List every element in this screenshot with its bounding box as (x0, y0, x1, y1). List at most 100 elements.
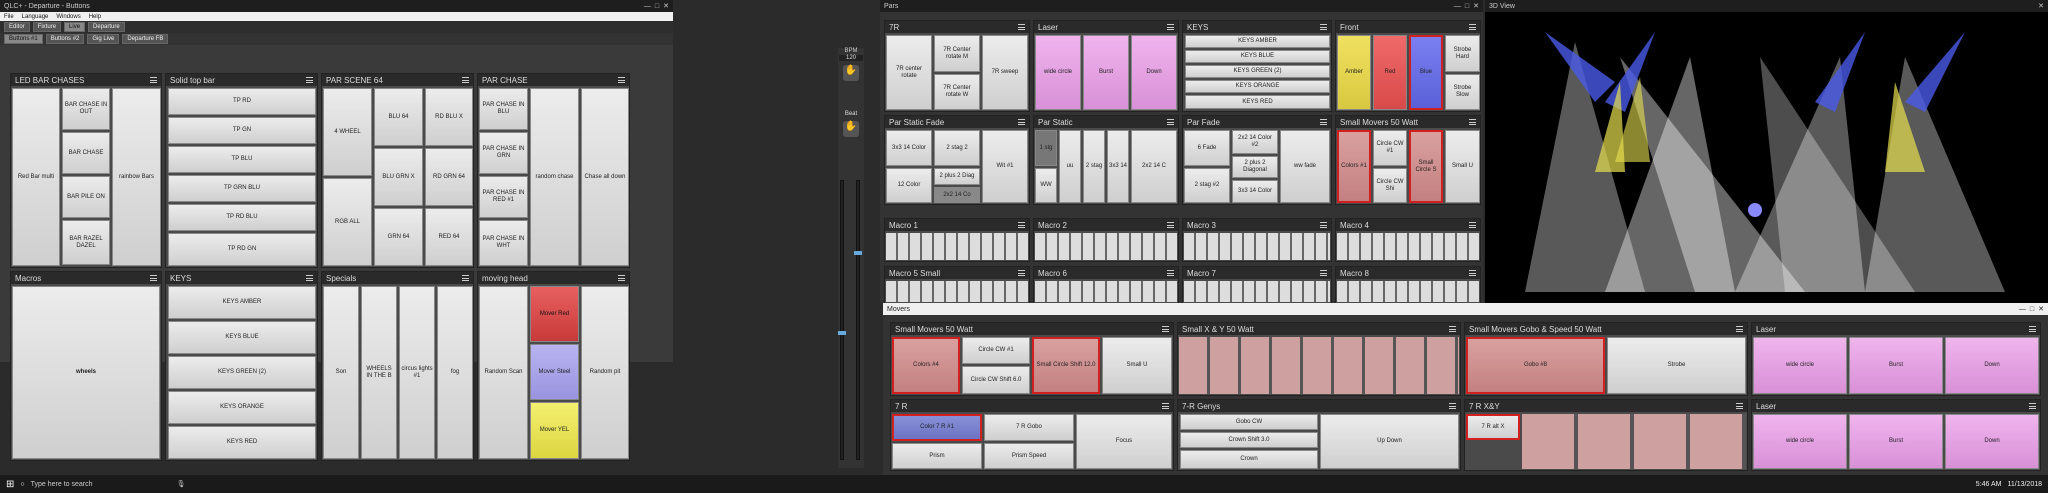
burst-button[interactable]: Burst (1083, 35, 1129, 110)
crown-button[interactable]: Crown (1180, 450, 1318, 469)
gobo-8-button[interactable]: Gobo #8 (1466, 337, 1605, 394)
wide-circle-button[interactable]: wide circle (1753, 337, 1847, 394)
keys-amber-button[interactable]: KEYS AMBER (168, 286, 316, 319)
7r-sweep-button[interactable]: 7R sweep (982, 35, 1028, 110)
menu-icon[interactable] (1736, 403, 1743, 409)
xy-button-grid[interactable] (1522, 414, 1746, 469)
2-plus-2-diag-button[interactable]: 2 plus 2 Diag (934, 168, 980, 185)
red-bar-multi-button[interactable]: Red Bar multi (12, 88, 60, 266)
menu-icon[interactable] (2029, 326, 2036, 332)
par-chase-in-grn-button[interactable]: PAR CHASE IN GRN (479, 132, 528, 174)
up-down-button[interactable]: Up Down (1320, 414, 1459, 469)
2x2-14-color-2-button[interactable]: 2x2 14 Color #2 (1232, 130, 1278, 154)
maximize-icon[interactable]: □ (655, 3, 659, 10)
rainbow-bars-button[interactable]: rainbow Bars (112, 88, 161, 266)
menu-windows[interactable]: Windows (56, 14, 80, 20)
random-pit-button[interactable]: Random pit (581, 286, 629, 459)
keys-red-button[interactable]: KEYS RED (1185, 95, 1330, 109)
12-color-button[interactable]: 12 Color (886, 168, 932, 203)
menu-icon[interactable] (1449, 326, 1456, 332)
close-icon[interactable]: ✕ (663, 2, 669, 10)
colors-1-button[interactable]: Colors #1 (1337, 130, 1371, 203)
gobo-cw-button[interactable]: Gobo CW (1180, 414, 1318, 430)
keys-green-button[interactable]: KEYS GREEN (2) (1185, 65, 1330, 78)
blu-grn-x-button[interactable]: BLU GRN X (374, 148, 423, 206)
4-wheel-button[interactable]: 4 WHEEL (323, 88, 372, 176)
bar-razel-dazel-button[interactable]: BAR RAZEL DAZEL (62, 220, 110, 265)
circle-cw-1-button[interactable]: Circle CW #1 (1373, 130, 1407, 166)
tab-fixture[interactable]: Fixture (32, 22, 62, 32)
2-plus-2-diagonal-button[interactable]: 2 plus 2 Diagonal (1232, 156, 1278, 178)
small-circle-s-button[interactable]: Small Circle S (1409, 130, 1443, 203)
menu-icon[interactable] (1162, 326, 1169, 332)
menu-language[interactable]: Language (22, 14, 49, 20)
wide-circle-button[interactable]: wide circle (1035, 35, 1081, 110)
menu-icon[interactable] (1320, 222, 1327, 228)
2-stag-button[interactable]: 2 stag (1083, 130, 1105, 203)
menu-icon[interactable] (1018, 270, 1025, 276)
1-stg-button[interactable]: 1 stg (1035, 130, 1057, 166)
strobe-button[interactable]: Strobe (1607, 337, 1746, 394)
clock-date[interactable]: 11/13/2018 (2007, 481, 2042, 488)
menu-icon[interactable] (150, 77, 157, 83)
amber-button[interactable]: Amber (1337, 35, 1371, 110)
tp-rd-gn-button[interactable]: TP RD GN (168, 233, 316, 266)
2x2-14-co-button[interactable]: 2x2 14 Co (934, 187, 980, 203)
7r-center-rotate-button[interactable]: 7R center rotate (886, 35, 932, 110)
menu-icon[interactable] (1167, 119, 1174, 125)
color-7r-1-button[interactable]: Color 7 R #1 (892, 414, 982, 441)
par-chase-in-blu-button[interactable]: PAR CHASE IN BLU (479, 88, 528, 130)
2-stag-2-button[interactable]: 2 stag #2 (1184, 168, 1230, 203)
page-tab-4[interactable]: Departure FB (122, 34, 169, 44)
minimize-icon[interactable]: — (1454, 3, 1461, 10)
menu-icon[interactable] (306, 77, 313, 83)
menu-icon[interactable] (1018, 24, 1025, 30)
prism-button[interactable]: Prism (892, 443, 982, 469)
wide-circle-button[interactable]: wide circle (1753, 414, 1847, 469)
7r-center-rotate-w-button[interactable]: 7R Center rotate W (934, 74, 980, 110)
stage-3d-view[interactable]: 3D View ✕ (1485, 0, 2048, 303)
keys-green-button[interactable]: KEYS GREEN (2) (168, 356, 316, 389)
fader-knob[interactable] (854, 251, 862, 255)
menu-icon[interactable] (1469, 270, 1476, 276)
bar-pile-on-button[interactable]: BAR PILE ON (62, 176, 110, 218)
circle-cw-1-button[interactable]: Circle CW #1 (962, 337, 1030, 364)
2-stag-2-button[interactable]: 2 stag 2 (934, 130, 980, 166)
ww-fade-button[interactable]: ww fade (1280, 130, 1330, 203)
taskbar-search-input[interactable]: Type here to search (31, 481, 171, 488)
keys-blue-button[interactable]: KEYS BLUE (168, 321, 316, 354)
fader-2[interactable] (854, 180, 862, 460)
windows-start-icon[interactable]: ⊞ (6, 479, 14, 490)
3x3-14-button[interactable]: 3x3 14 (1107, 130, 1129, 203)
fader-1[interactable] (838, 180, 846, 460)
small-u-button[interactable]: Small U (1102, 337, 1172, 394)
menu-icon[interactable] (1167, 24, 1174, 30)
wheels-button[interactable]: wheels (12, 286, 160, 459)
menu-icon[interactable] (618, 77, 625, 83)
burst-button[interactable]: Burst (1849, 414, 1943, 469)
keys-orange-button[interactable]: KEYS ORANGE (1185, 80, 1330, 93)
3x3-14-color-button[interactable]: 3x3 14 Color (886, 130, 932, 166)
prism-speed-button[interactable]: Prism Speed (984, 443, 1074, 469)
keys-amber-button[interactable]: KEYS AMBER (1185, 35, 1330, 48)
minimize-icon[interactable]: — (644, 3, 651, 10)
burst-button[interactable]: Burst (1849, 337, 1943, 394)
menu-icon[interactable] (1736, 326, 1743, 332)
crown-shift-button[interactable]: Crown Shift 3.0 (1180, 432, 1318, 448)
6-fade-button[interactable]: 6 Fade (1184, 130, 1230, 166)
red-64-button[interactable]: RED 64 (425, 208, 473, 266)
maximize-icon[interactable]: □ (1465, 3, 1469, 10)
mover-yel-button[interactable]: Mover YEL (530, 402, 579, 459)
tp-rd-blu-button[interactable]: TP RD BLU (168, 204, 316, 231)
7r-alt-x-button[interactable]: 7 R alt X (1466, 414, 1520, 440)
down-button[interactable]: Down (1945, 337, 2039, 394)
page-tab-2[interactable]: Buttons #2 (45, 34, 85, 44)
tab-editor[interactable]: Editor (4, 22, 30, 32)
down-button[interactable]: Down (1945, 414, 2039, 469)
2x2-14-c-button[interactable]: 2x2 14 C (1131, 130, 1177, 203)
wit-1-button[interactable]: Wit #1 (982, 130, 1028, 203)
circus-lights-button[interactable]: circus lights #1 (399, 286, 435, 459)
down-button[interactable]: Down (1131, 35, 1177, 110)
strobe-hard-button[interactable]: Strobe Hard (1445, 35, 1480, 72)
7r-gobo-button[interactable]: 7 R Gobo (984, 414, 1074, 441)
